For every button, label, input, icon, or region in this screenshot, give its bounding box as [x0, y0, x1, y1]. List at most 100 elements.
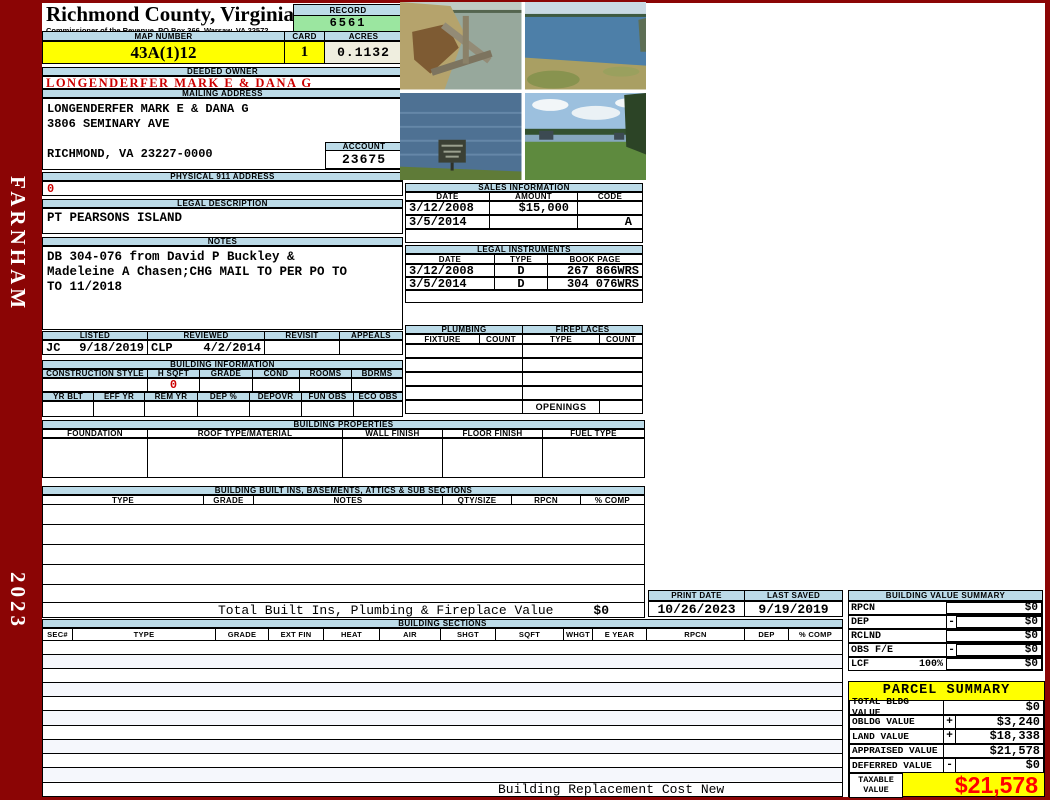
empty-row	[43, 711, 842, 726]
builtins-grade-header: GRADE	[204, 495, 254, 505]
sales-row-amount: $15,000	[490, 201, 578, 215]
notes-line-2: Madeleine A Chasen;CHG MAIL TO PER PO TO	[47, 265, 348, 279]
instr-date-header: DATE	[405, 254, 495, 264]
card-label: CARD	[285, 31, 325, 41]
vs-label: LCF	[851, 658, 870, 670]
mailing-line-2: 3806 SEMINARY AVE	[47, 117, 170, 131]
dep-pct-value	[198, 401, 250, 417]
empty-row	[43, 697, 842, 712]
builtins-total-label: Total Built Ins, Plumbing & Fireplace Va…	[218, 602, 554, 618]
mailing-address-label: MAILING ADDRESS	[42, 89, 403, 98]
deeded-owner-value: LONGENDERFER MARK E & DANA G	[42, 76, 403, 89]
ps-value: $0	[944, 700, 1044, 715]
vs-value: $0	[947, 629, 1043, 643]
empty-row	[523, 372, 643, 386]
legal-description-value: PT PEARSONS ISLAND	[42, 208, 403, 234]
acres-label: ACRES	[325, 31, 403, 41]
empty-row	[405, 358, 523, 372]
empty-row	[43, 525, 644, 545]
vs-label: OBS F/E	[848, 643, 947, 657]
sales-code-header: CODE	[578, 192, 643, 201]
foundation-value	[42, 438, 148, 478]
vs-op: -	[947, 643, 957, 657]
instr-row-date: 3/5/2014	[405, 277, 495, 291]
notes-line-3: TO 11/2018	[47, 280, 123, 294]
sec-col-header: E YEAR	[593, 628, 647, 641]
instr-row-bookpage: 304 076WRS	[548, 277, 643, 291]
water-sign-photo	[400, 92, 522, 180]
ps-label: APPRAISED VALUE	[849, 743, 944, 758]
fuel-type-header: FUEL TYPE	[543, 429, 645, 438]
yrblt-value	[42, 401, 94, 417]
appeals-value	[340, 340, 403, 355]
depovr-value	[250, 401, 302, 417]
builtins-rpcn-header: RPCN	[512, 495, 581, 505]
plumbing-title: PLUMBING	[405, 325, 523, 334]
openings-label: OPENINGS	[523, 400, 600, 414]
empty-row	[405, 290, 643, 303]
sec-col-header: % COMP	[789, 628, 843, 641]
physical-911-value: 0	[42, 181, 403, 196]
empty-row	[43, 641, 842, 656]
sales-row-code	[578, 201, 643, 215]
vs-op: -	[947, 615, 957, 629]
funobs-header: FUN OBS	[302, 392, 354, 401]
vs-value: $0	[957, 615, 1043, 629]
vs-value: $0	[947, 601, 1043, 615]
vs-label: DEP	[848, 615, 947, 629]
listed-header: LISTED	[42, 331, 148, 340]
roof-value	[148, 438, 343, 478]
rooms-header: ROOMS	[300, 369, 352, 378]
sales-row-code: A	[578, 215, 643, 229]
funobs-value	[302, 401, 354, 417]
map-number-label: MAP NUMBER	[42, 31, 285, 41]
builtins-notes-header: NOTES	[254, 495, 443, 505]
sales-date-header: DATE	[405, 192, 490, 201]
fireplace-count-header: COUNT	[600, 334, 643, 344]
hsqft-value: 0	[148, 378, 200, 392]
map-number-value: 43A(1)12	[42, 41, 285, 64]
vs-value: $0	[957, 643, 1043, 657]
building-sections-title: BUILDING SECTIONS	[42, 619, 843, 628]
openings-value	[600, 400, 643, 414]
effyr-header: EFF YR	[94, 392, 145, 401]
taxable-label: TAXABLE	[858, 775, 894, 785]
ps-op: +	[944, 714, 956, 729]
print-date-label: PRINT DATE	[648, 590, 745, 601]
ps-op: +	[944, 729, 956, 744]
account-value: 23675	[325, 151, 403, 169]
empty-row	[405, 344, 523, 358]
yrblt-header: YR BLT	[42, 392, 94, 401]
appeals-header: APPEALS	[340, 331, 403, 340]
sec-col-header: TYPE	[73, 628, 216, 641]
sales-amount-header: AMOUNT	[490, 192, 578, 201]
depovr-header: DEPOVR	[250, 392, 302, 401]
fireplace-type-header: TYPE	[523, 334, 600, 344]
empty-row	[43, 655, 842, 670]
year-label: 2023	[6, 572, 30, 630]
sec-col-header: SEC#	[42, 628, 73, 641]
sales-info-title: SALES INFORMATION	[405, 183, 643, 192]
sec-col-header: AIR	[380, 628, 441, 641]
empty-row	[43, 565, 644, 585]
hsqft-header: H SQFT	[148, 369, 200, 378]
sales-row-date: 3/12/2008	[405, 201, 490, 215]
plumbing-fixture-header: FIXTURE	[405, 334, 480, 344]
notes-line-1: DB 304-076 from David P Buckley &	[47, 250, 295, 264]
builtins-total-value: $0	[593, 602, 609, 618]
instr-bookpage-header: BOOK PAGE	[548, 254, 643, 264]
sec-col-header: WHGT	[564, 628, 593, 641]
sec-col-header: HEAT	[324, 628, 380, 641]
empty-row	[43, 726, 842, 740]
sec-col-header: GRADE	[216, 628, 269, 641]
vs-lcf-pct: 100%	[918, 658, 943, 670]
fireplaces-title: FIREPLACES	[523, 325, 643, 334]
vs-label: RPCN	[848, 601, 947, 615]
notes-label: NOTES	[42, 237, 403, 246]
bdrms-header: BDRMS	[352, 369, 403, 378]
taxable-label: VALUE	[863, 785, 889, 795]
ecoobs-header: ECO OBS	[354, 392, 403, 401]
dep-pct-header: DEP %	[198, 392, 250, 401]
reviewed-header: REVIEWED	[148, 331, 265, 340]
grade-header: GRADE	[200, 369, 253, 378]
